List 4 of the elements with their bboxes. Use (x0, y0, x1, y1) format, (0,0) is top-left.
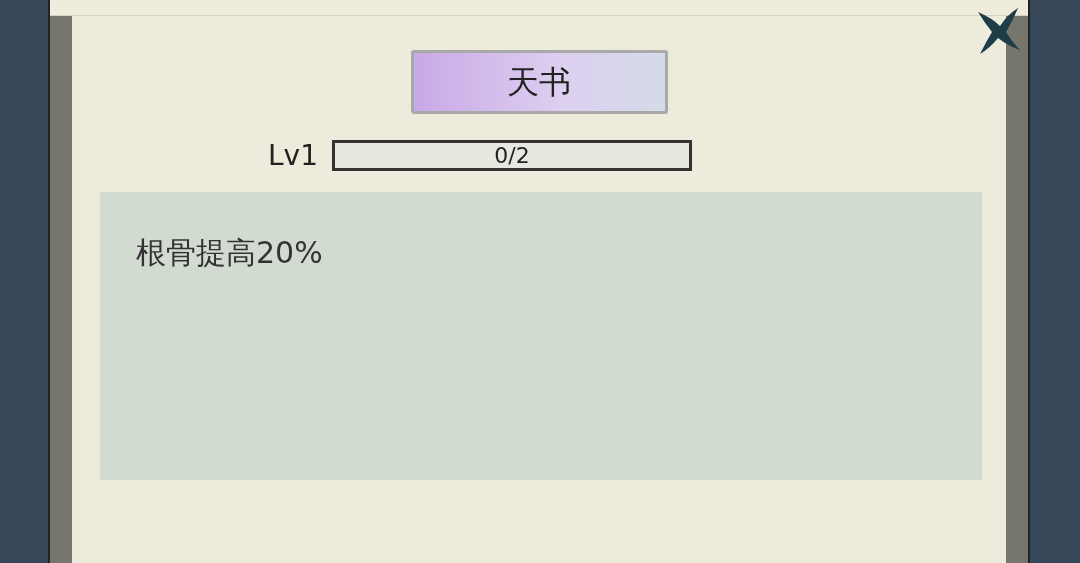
level-label: Lv1 (268, 141, 318, 170)
progress-reading: 0/2 (493, 143, 531, 168)
title-banner: 天书 (410, 50, 668, 114)
description-text: 根骨提高20% (136, 235, 323, 270)
